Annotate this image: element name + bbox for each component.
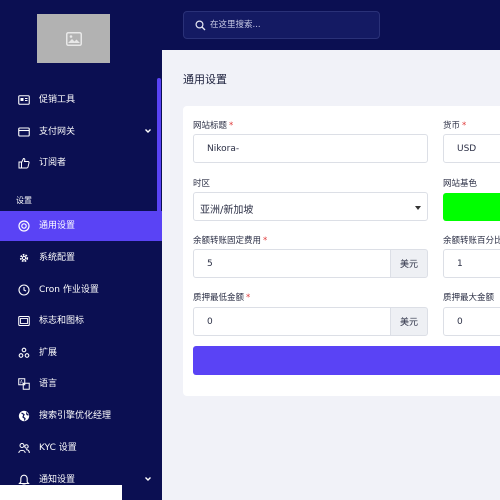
timezone-label: 时区 (193, 179, 211, 189)
sidebar-item-general-settings[interactable]: 通用设置 (0, 211, 162, 241)
site-title-input[interactable] (207, 142, 357, 156)
sidebar-item-label: Cron 作业设置 (39, 285, 99, 295)
puzzle-icon (17, 346, 31, 360)
max-pledge-input[interactable] (457, 315, 500, 329)
search-input[interactable] (210, 17, 370, 33)
min-pledge-currency-addon: 美元 (390, 307, 428, 336)
site-title-label-text: 网站标题 (193, 121, 228, 131)
max-pledge-field[interactable] (443, 307, 500, 336)
sidebar-section-label: 设置 (16, 196, 32, 205)
globe-icon (17, 409, 31, 423)
clock-icon (17, 283, 31, 297)
sidebar-item-system-config[interactable]: 系统配置 (0, 243, 162, 273)
search-icon (195, 20, 206, 31)
percent-charge-label: 余额转账百分比 (443, 236, 500, 246)
min-pledge-field[interactable] (193, 307, 391, 336)
page-title: 通用设置 (183, 73, 227, 86)
required-marker: * (462, 121, 467, 131)
svg-text:A: A (20, 380, 23, 385)
min-pledge-label: 质押最低金额 * (193, 291, 250, 303)
target-icon (17, 219, 31, 233)
image-placeholder-icon (65, 31, 82, 46)
gear-icon (17, 251, 31, 265)
currency-input[interactable] (457, 142, 500, 156)
site-title-label: 网站标题 * (193, 119, 233, 131)
image-icon (17, 314, 31, 328)
sidebar-item-extensions[interactable]: 扩展 (0, 338, 162, 368)
site-title-field[interactable] (193, 134, 428, 163)
caret-down-icon (415, 206, 421, 210)
currency-label-text: 货币 (443, 121, 461, 131)
percent-charge-input[interactable] (457, 257, 500, 271)
thumbs-up-icon (17, 156, 31, 170)
users-icon (17, 441, 31, 455)
sidebar: 促销工具 支付网关 订阅者 设置 通用设置 系统配置 Cron 作业设置 标志和… (0, 0, 162, 500)
sidebar-item-logo-icon[interactable]: 标志和图标 (0, 306, 162, 336)
fixed-charge-label-text: 余额转账固定费用 (193, 236, 262, 246)
fixed-charge-input[interactable] (207, 257, 357, 271)
min-pledge-input[interactable] (207, 315, 357, 329)
chevron-down-icon[interactable] (143, 126, 153, 136)
min-pledge-label-text: 质押最低金额 (193, 293, 245, 303)
sidebar-item-label: 标志和图标 (39, 316, 85, 326)
logo-placeholder[interactable] (37, 14, 110, 63)
sidebar-item-seo-manager[interactable]: 搜索引擎优化经理 (0, 401, 162, 431)
fixed-charge-currency-addon: 美元 (390, 249, 428, 278)
sidebar-item-promo-tools[interactable]: 促销工具 (0, 85, 162, 115)
chevron-down-icon[interactable] (143, 474, 153, 484)
language-icon: A (17, 377, 31, 391)
sidebar-item-label: KYC 设置 (39, 443, 77, 453)
timezone-selected-value: 亚洲/新加坡 (200, 205, 254, 216)
credit-card-icon (17, 125, 31, 139)
sidebar-item-cron-settings[interactable]: Cron 作业设置 (0, 275, 162, 305)
percent-charge-field[interactable] (443, 249, 500, 278)
sidebar-item-label: 语言 (39, 379, 58, 389)
sidebar-item-payment-gateway[interactable]: 支付网关 (0, 117, 162, 147)
topbar (162, 0, 500, 50)
max-pledge-label: 质押最大金额 (443, 293, 495, 303)
sidebar-item-kyc-settings[interactable]: KYC 设置 (0, 433, 162, 463)
required-marker: * (246, 293, 251, 303)
promo-card-icon (17, 93, 31, 107)
sidebar-item-label: 系统配置 (39, 253, 76, 263)
sidebar-item-subscribers[interactable]: 订阅者 (0, 148, 162, 178)
save-button[interactable] (193, 346, 500, 375)
sidebar-item-label: 支付网关 (39, 127, 76, 137)
sidebar-item-label: 通用设置 (39, 221, 76, 231)
required-marker: * (263, 236, 268, 246)
sidebar-bottom-overlay (0, 485, 122, 500)
currency-field[interactable] (443, 134, 500, 163)
sidebar-item-language[interactable]: A 语言 (0, 369, 162, 399)
sidebar-item-label: 扩展 (39, 348, 58, 358)
fixed-charge-label: 余额转账固定费用 * (193, 234, 267, 246)
sidebar-item-label: 订阅者 (39, 158, 67, 168)
sidebar-item-label: 促销工具 (39, 95, 76, 105)
sidebar-item-label: 搜索引擎优化经理 (39, 411, 112, 421)
search-box[interactable] (183, 11, 380, 39)
fixed-charge-field[interactable] (193, 249, 391, 278)
timezone-select[interactable]: 亚洲/新加坡 (193, 192, 428, 221)
site-color-label: 网站基色 (443, 179, 478, 189)
site-color-swatch[interactable] (443, 193, 500, 221)
required-marker: * (229, 121, 234, 131)
currency-label: 货币 * (443, 119, 466, 131)
